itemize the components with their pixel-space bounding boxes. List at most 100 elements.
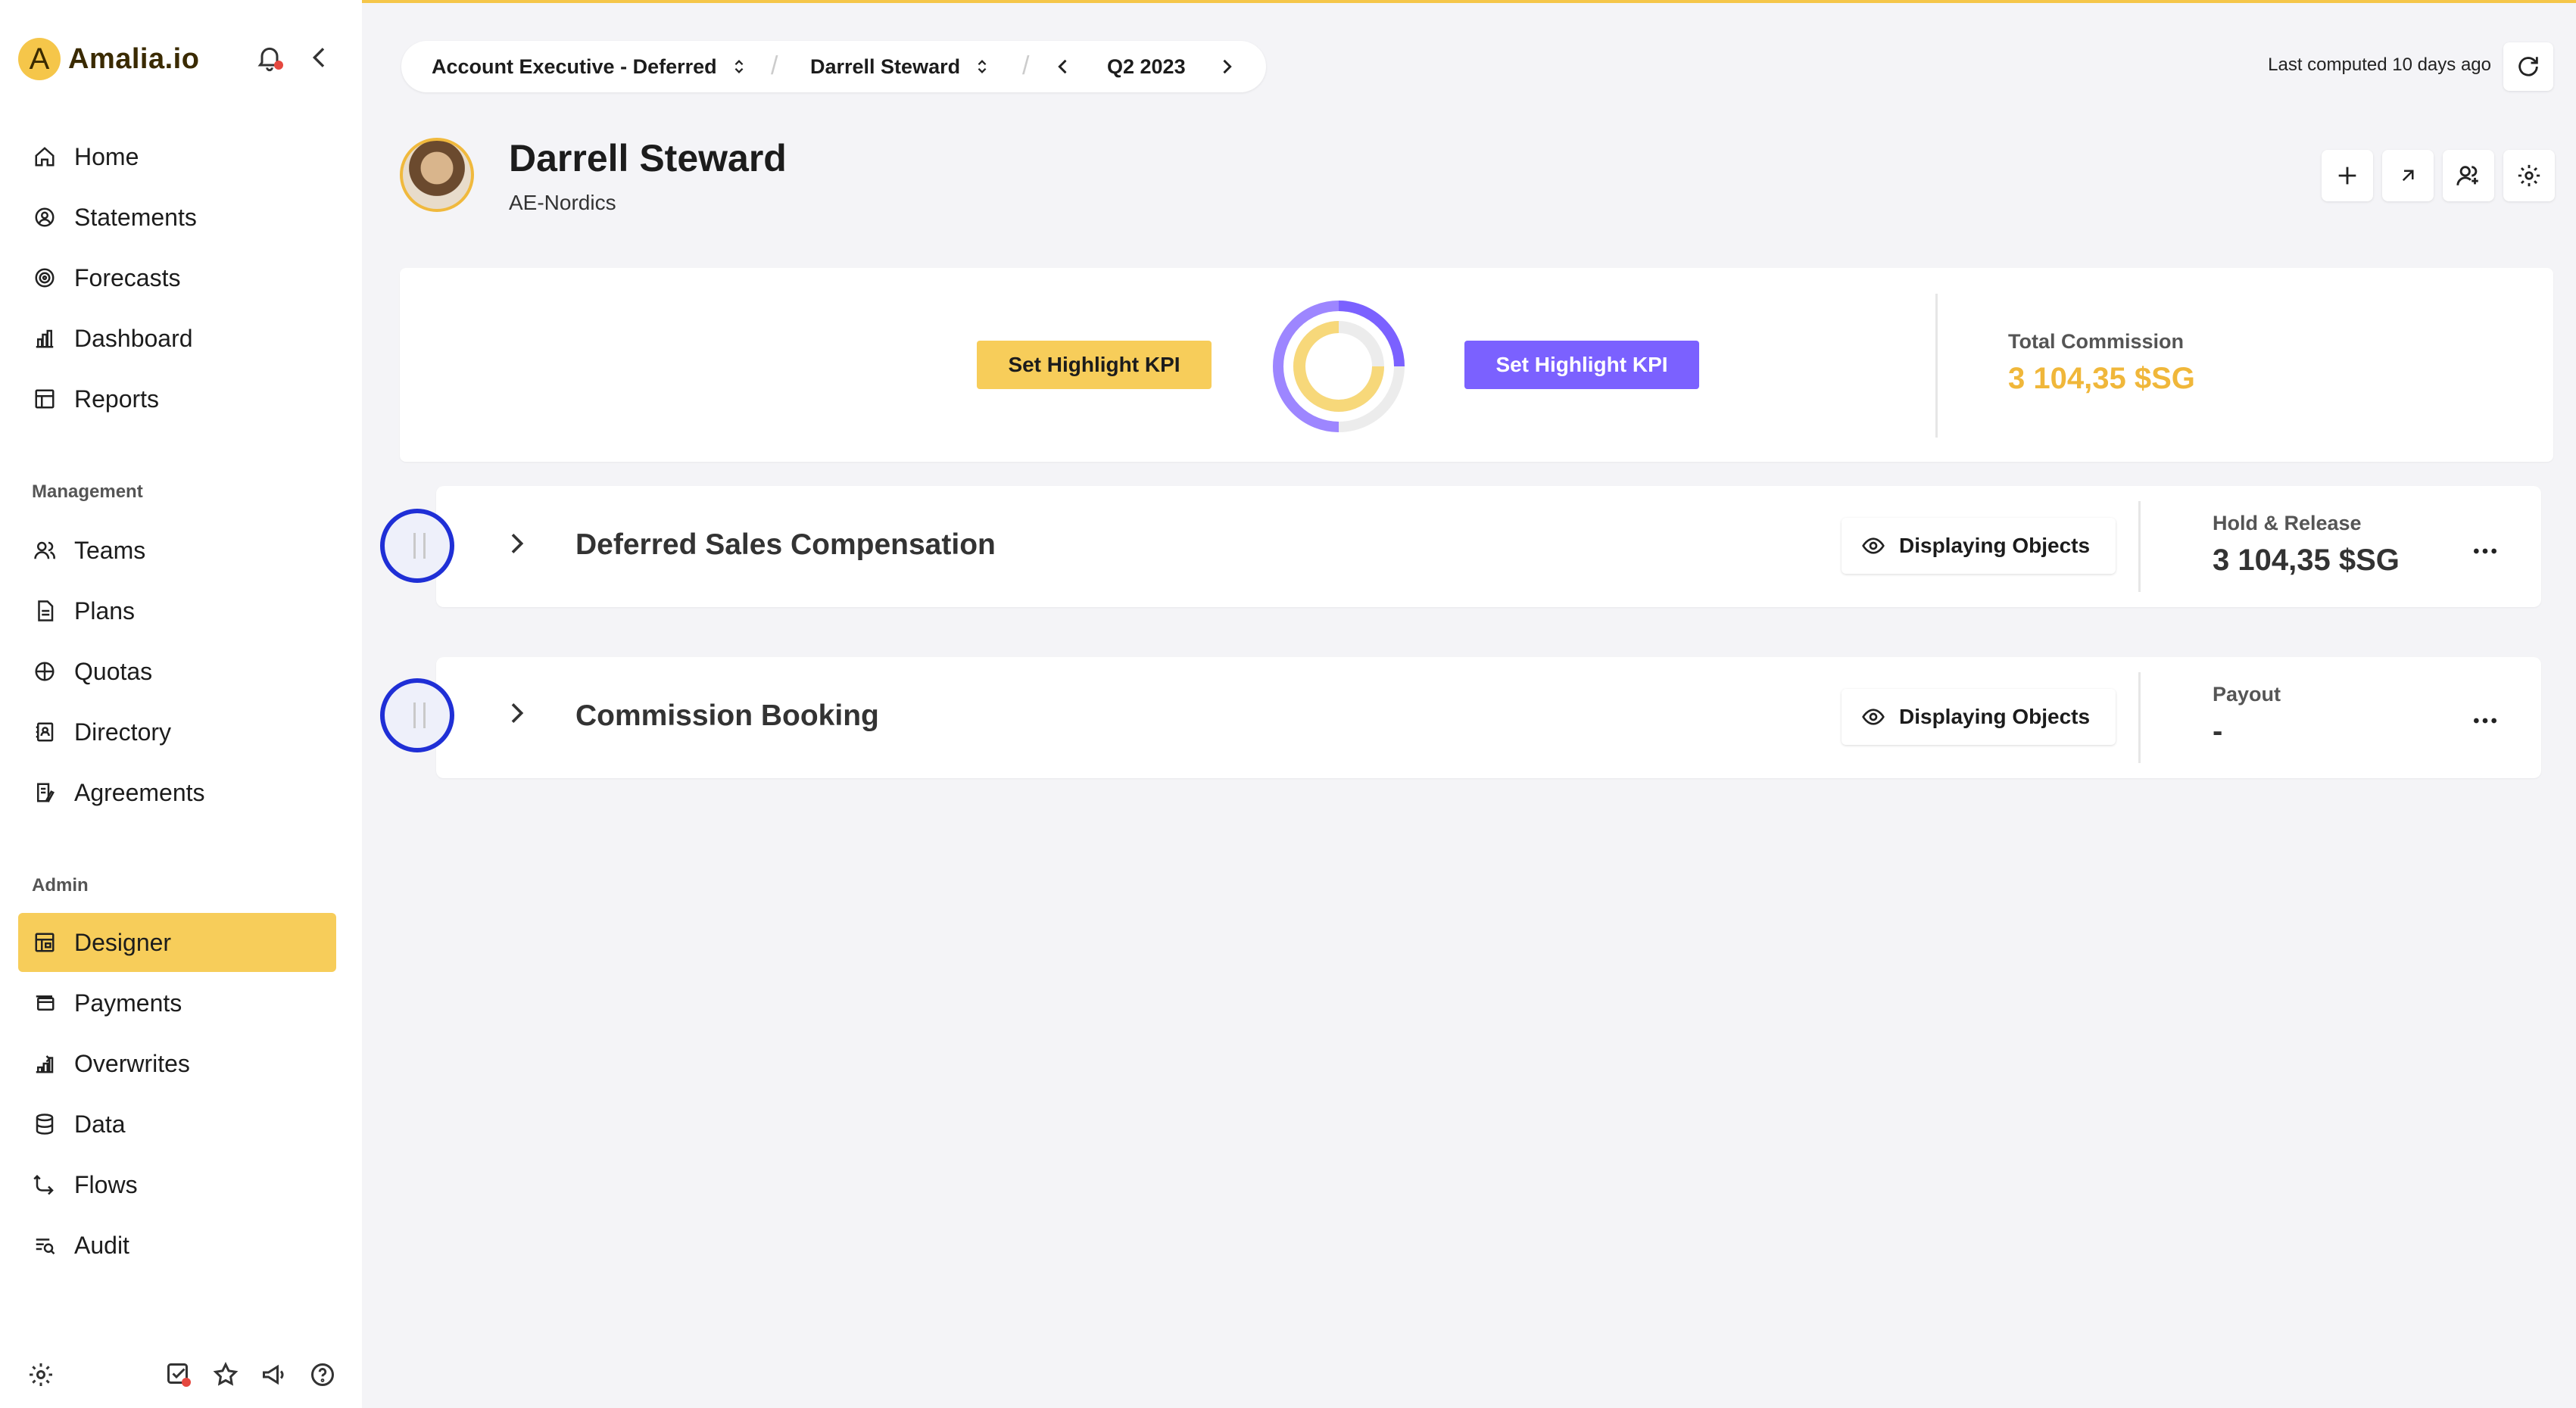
designer-icon [32,930,58,955]
data-icon [32,1111,58,1137]
sort-updown-icon [734,60,744,73]
sidebar-item-label: Dashboard [74,324,193,352]
plan-selector-label: Account Executive - Deferred [432,55,717,78]
sidebar-footer [0,1355,362,1400]
plan-name: Deferred Sales Compensation [575,528,996,561]
star-icon[interactable] [212,1361,242,1391]
more-options-icon[interactable] [2470,706,2500,736]
sidebar-item-label: Statements [74,203,197,231]
sidebar-item-label: Plans [74,597,136,625]
prev-period-button[interactable] [1053,41,1074,92]
user-selector[interactable]: Darrell Steward [810,41,990,92]
total-commission-value: 3 104,35 $SG [2008,362,2195,395]
sidebar-item-home[interactable]: Home [18,127,336,186]
row-metric-label: Payout [2213,683,2281,706]
chevron-left-icon [1058,59,1067,74]
chevron-right-icon[interactable] [501,528,532,559]
sidebar-item-plans[interactable]: Plans [18,581,336,640]
kpi-donut-chart [1272,301,1405,432]
sidebar-item-label: Directory [74,718,172,746]
sidebar-item-label: Quotas [74,657,153,685]
divider [1935,294,1938,438]
brand[interactable]: A Amalia.io [18,38,199,80]
set-highlight-kpi-left-button[interactable]: Set Highlight KPI [977,341,1212,389]
drag-handle-icon[interactable] [380,678,454,752]
collapse-sidebar-icon[interactable] [304,42,335,73]
chevron-right-icon [1223,59,1232,74]
add-button[interactable] [2322,150,2373,201]
sidebar-item-forecasts[interactable]: Forecasts [18,248,336,307]
set-highlight-kpi-right-button[interactable]: Set Highlight KPI [1464,341,1699,389]
context-selector-bar: Account Executive - Deferred / Darrell S… [401,41,1266,92]
period-label[interactable]: Q2 2023 [1107,41,1186,92]
sidebar-item-label: Reports [74,385,160,413]
plan-selector[interactable]: Account Executive - Deferred [432,41,747,92]
dashboard-icon [32,326,58,351]
displaying-objects-button[interactable]: Displaying Objects [1842,689,2116,745]
sidebar-item-label: Data [74,1110,126,1138]
quotas-icon [32,659,58,684]
sidebar-item-designer[interactable]: Designer [18,913,336,972]
sidebar-item-payments[interactable]: Payments [18,973,336,1033]
announcement-icon[interactable] [260,1361,291,1391]
plans-icon [32,598,58,624]
sidebar-item-label: Home [74,142,139,170]
overwrites-icon [32,1051,58,1076]
sidebar-item-label: Teams [74,536,146,564]
settings-button[interactable] [2503,150,2555,201]
todo-dot [182,1378,191,1387]
add-user-icon [2456,166,2478,185]
chevron-right-icon[interactable] [501,698,532,728]
notification-dot [274,61,283,70]
sidebar-item-label: Forecasts [74,263,181,291]
refresh-button[interactable] [2503,42,2553,91]
agreements-icon [32,780,58,805]
audit-icon [32,1232,58,1258]
sidebar-item-dashboard[interactable]: Dashboard [18,309,336,368]
sidebar-item-flows[interactable]: Flows [18,1155,336,1214]
divider [2138,501,2141,592]
sidebar-item-reports[interactable]: Reports [18,369,336,428]
gear-icon [2518,164,2540,187]
user-selector-label: Darrell Steward [810,55,961,78]
sidebar-item-label: Audit [74,1231,129,1259]
next-period-button[interactable] [1216,41,1237,92]
sidebar-item-label: Flows [74,1170,138,1198]
todo-icon[interactable] [165,1361,195,1391]
refresh-icon [2518,57,2538,76]
row-metric-label: Hold & Release [2213,512,2362,534]
home-icon [32,144,58,170]
total-commission-label: Total Commission [2008,330,2185,353]
sidebar-item-label: Payments [74,989,182,1017]
sidebar-item-overwrites[interactable]: Overwrites [18,1034,336,1093]
separator: / [771,51,778,80]
settings-icon[interactable] [27,1361,58,1391]
sidebar-item-statements[interactable]: Statements [18,188,336,247]
open-external-button[interactable] [2382,150,2434,201]
sidebar-item-label: Designer [74,928,172,956]
drag-handle-icon[interactable] [380,509,454,583]
help-icon[interactable] [309,1361,339,1391]
more-options-icon[interactable] [2470,536,2500,566]
sidebar-item-audit[interactable]: Audit [18,1216,336,1275]
last-computed-text: Last computed 10 days ago [2268,55,2491,75]
sidebar-item-label: Agreements [74,778,205,806]
statements-icon [32,204,58,230]
sidebar-item-teams[interactable]: Teams [18,521,336,580]
displaying-objects-button[interactable]: Displaying Objects [1842,518,2116,574]
eye-icon [1862,537,1885,554]
sidebar-item-agreements[interactable]: Agreements [18,763,336,822]
sidebar-item-data[interactable]: Data [18,1095,336,1154]
team-subtitle: AE-Nordics [509,191,616,214]
section-label-admin: Admin [32,875,89,896]
brand-logo: A [18,38,61,80]
sidebar-item-quotas[interactable]: Quotas [18,642,336,701]
row-metric-value: 3 104,35 $SG [2213,544,2400,577]
directory-icon [32,719,58,745]
sidebar-item-directory[interactable]: Directory [18,702,336,762]
add-user-button[interactable] [2443,150,2494,201]
payments-icon [32,990,58,1016]
flows-icon [32,1172,58,1198]
notification-bell-icon[interactable] [254,42,285,73]
sidebar: A Amalia.io Home Statements Forecasts Da… [0,0,362,1408]
